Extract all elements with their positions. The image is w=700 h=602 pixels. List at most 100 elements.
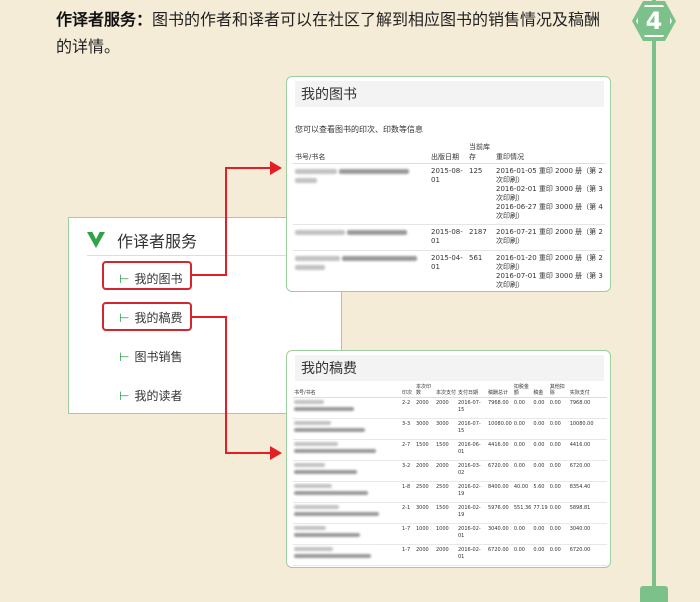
table-row: 2015-08-01 125 2016-01-05 重印 2000 册（第 2 … — [293, 163, 605, 225]
highlight-my-books — [102, 261, 192, 290]
print-count: 3000 — [415, 502, 435, 524]
table-row: 2-7 1500 1500 2016-06-01 4416.00 0.00 0.00 0.00… — [293, 439, 607, 461]
col-isbn-title: 书号/书名 — [293, 381, 401, 398]
tax: 77.19 — [532, 502, 549, 524]
col-impression: 印次 — [401, 381, 415, 398]
table-row: 1-7 1000 1000 2016-02-01 3040.00 0.00 0.00 0.00… — [293, 523, 607, 545]
col-pay-date: 支付日期 — [457, 381, 487, 398]
my-books-panel: 我的图书 您可以查看图书的印次、印数等信息 书号/书名 出版日期 当前库存 重印… — [286, 76, 611, 292]
reprint-line: 2016-01-05 重印 2000 册（第 2 次印刷） — [496, 167, 603, 184]
reprint-line: 2016-01-20 重印 2000 册（第 2 次印刷） — [496, 254, 603, 271]
book-title-redacted — [293, 439, 401, 461]
tax: 0.00 — [532, 418, 549, 440]
royalty-total: 7968.00 — [487, 397, 513, 419]
books-note: 您可以查看图书的印次、印数等信息 — [295, 125, 423, 134]
table-row: 3-2 2000 2000 2016-03-02 6720.00 0.00 0.00 0.00… — [293, 460, 607, 482]
reprint-line: 2016-07-21 重印 2000 册（第 2 次印刷） — [496, 228, 603, 245]
impression: 3-3 — [401, 418, 415, 440]
book-title-redacted — [293, 251, 429, 292]
book-title-redacted — [293, 544, 401, 566]
col-royalty-total: 稿酬总计 — [487, 381, 513, 398]
paid-count: 2000 — [435, 544, 457, 566]
col-other-deduction: 其他扣除 — [548, 381, 569, 398]
book-title-redacted — [293, 481, 401, 503]
actual-pay: 6720.00 — [568, 460, 607, 482]
other-deduction: 0.00 — [548, 544, 569, 566]
impression: 2-2 — [401, 397, 415, 419]
reprints: 2016-01-05 重印 2000 册（第 2 次印刷） 2016-02-01… — [494, 163, 605, 225]
table-row: 2-1 3000 1500 2016-02-19 5976.00 551.36 77.19 0… — [293, 502, 607, 524]
sidebar-item-book-sales[interactable]: ⊢ 图书销售 — [119, 348, 182, 365]
pay-date: 2016-02-01 — [457, 523, 487, 545]
intro-paragraph: 作译者服务：图书的作者和译者可以在社区了解到相应图书的销售情况及稿酬的详情。 — [56, 6, 616, 60]
sidebar-item-my-readers[interactable]: ⊢ 我的读者 — [119, 387, 182, 404]
tax: 0.00 — [532, 523, 549, 545]
pay-date: 2016-02-19 — [457, 481, 487, 503]
other-deduction: 0.00 — [548, 460, 569, 482]
other-deduction: 0.00 — [548, 418, 569, 440]
other-deduction: 0.00 — [548, 397, 569, 419]
sidebar-item-label: 我的读者 — [134, 389, 183, 403]
pay-date: 2016-06-01 — [457, 439, 487, 461]
tax: 5.60 — [532, 481, 549, 503]
tax-base: 0.00 — [512, 544, 533, 566]
pay-date: 2016-07-15 — [457, 418, 487, 440]
tax-base: 551.36 — [512, 502, 533, 524]
print-count: 1500 — [415, 439, 435, 461]
royalty-total: 3040.00 — [487, 523, 513, 545]
actual-pay: 3040.00 — [568, 523, 607, 545]
tree-branch-icon: ⊢ — [119, 349, 130, 364]
col-reprints: 重印情况 — [494, 141, 605, 164]
print-count: 2000 — [415, 544, 435, 566]
pub-date: 2015-08-01 — [429, 224, 467, 251]
books-table: 书号/书名 出版日期 当前库存 重印情况 2015-08-01 125 2016… — [293, 141, 605, 292]
panel-title: 我的稿费 — [295, 355, 604, 381]
table-header: 书号/书名 印次 本次印数 本次支付 支付日期 稿酬总计 扣税金额 稿金 其他扣… — [293, 381, 607, 398]
tax-base: 40.00 — [512, 481, 533, 503]
impression: 3-2 — [401, 460, 415, 482]
connector-books-v — [225, 167, 227, 276]
arrow-to-royalty-panel — [270, 446, 282, 460]
book-title-redacted — [293, 460, 401, 482]
paid-count: 2000 — [435, 397, 457, 419]
connector-royalty-h1 — [192, 316, 226, 318]
col-actual-pay: 实际支付 — [568, 381, 607, 398]
my-royalty-panel: 我的稿费 书号/书名 印次 本次印数 本次支付 支付日期 稿酬总计 扣税金额 稿… — [286, 350, 611, 568]
sidebar-item-label: 图书销售 — [134, 350, 183, 364]
tax: 0.00 — [532, 439, 549, 461]
impression: 1-7 — [401, 523, 415, 545]
print-count: 2500 — [415, 481, 435, 503]
tax-base: 0.00 — [512, 418, 533, 440]
tax-base: 0.00 — [512, 523, 533, 545]
royalty-total: 10080.00 — [487, 418, 513, 440]
connector-royalty-h2 — [225, 452, 271, 454]
print-count: 1000 — [415, 523, 435, 545]
other-deduction: 0.00 — [548, 502, 569, 524]
book-title-redacted — [293, 418, 401, 440]
intro-title: 作译者服务： — [56, 10, 153, 29]
sidebar-title: 作译者服务 — [117, 232, 198, 251]
paid-count: 2000 — [435, 460, 457, 482]
paid-count: 1000 — [435, 523, 457, 545]
impression: 1-8 — [401, 481, 415, 503]
book-title-redacted — [293, 502, 401, 524]
right-rail — [652, 0, 656, 602]
print-count: 2000 — [415, 397, 435, 419]
royalty-total: 6720.00 — [487, 544, 513, 566]
print-count: 2000 — [415, 460, 435, 482]
reprint-line: 2016-07-01 重印 3000 册（第 3 次印刷） — [496, 272, 603, 289]
col-print-count: 本次印数 — [415, 381, 435, 398]
pub-date: 2015-04-01 — [431, 254, 463, 271]
impression: 1-7 — [401, 544, 415, 566]
actual-pay: 4416.00 — [568, 439, 607, 461]
actual-pay: 8354.40 — [568, 481, 607, 503]
pay-date: 2016-02-19 — [457, 502, 487, 524]
actual-pay: 10080.00 — [568, 418, 607, 440]
panel-title: 我的图书 — [295, 81, 604, 107]
pay-date: 2016-02-01 — [457, 544, 487, 566]
sidebar-header: 作译者服务 — [87, 228, 197, 252]
book-title-redacted — [293, 397, 401, 419]
bottom-chip — [640, 586, 668, 602]
col-tax-base: 扣税金额 — [512, 381, 533, 398]
tax: 0.00 — [532, 544, 549, 566]
